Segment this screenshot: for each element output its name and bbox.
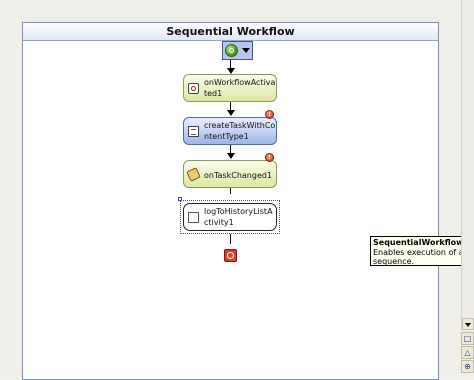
start-menu-button[interactable] [222, 41, 253, 60]
activity-label: logToHistoryListActivity1 [204, 207, 273, 227]
stop-icon [224, 249, 237, 262]
connector-arrow [227, 110, 235, 116]
activity-on-workflow-activated[interactable]: onWorkflowActivated1 [183, 74, 277, 102]
activity-log-to-history[interactable]: logToHistoryListActivity1 [183, 203, 277, 231]
connector-arrow [227, 153, 235, 159]
tooltip: SequentialWorkflowActiv Enables executio… [370, 236, 474, 266]
task-icon [188, 126, 199, 137]
workflow-title: Sequential Workflow [23, 23, 438, 41]
error-icon[interactable]: ! [265, 110, 274, 119]
activity-on-task-changed[interactable]: onTaskChanged1 [183, 160, 277, 188]
pan-icon[interactable]: △ [461, 346, 474, 359]
activity-create-task[interactable]: createTaskWithContentType1 [183, 117, 277, 145]
workflow-designer: Sequential Workflow onWorkflowActivated1… [0, 0, 474, 380]
activity-label: createTaskWithContentType1 [204, 121, 276, 141]
error-icon[interactable]: ! [265, 153, 274, 162]
vertical-scrollbar[interactable] [461, 0, 474, 330]
connector-line [230, 234, 231, 244]
fit-to-screen-icon[interactable]: ⊕ [461, 360, 474, 373]
activity-label: onTaskChanged1 [204, 171, 273, 180]
task-changed-icon [186, 167, 201, 182]
scroll-down-button[interactable] [462, 318, 474, 330]
connector-line [230, 188, 231, 194]
chevron-down-icon [242, 48, 250, 53]
tooltip-title: SequentialWorkflowActiv [373, 238, 474, 247]
tooltip-description: Enables execution of a group sequence. [373, 248, 474, 266]
activity-label: onWorkflowActivated1 [204, 78, 276, 98]
log-icon [188, 212, 199, 223]
zoom-icon[interactable]: □ [461, 332, 474, 345]
event-icon [188, 83, 199, 94]
play-circle-icon [225, 44, 238, 57]
selection-handle[interactable] [178, 197, 182, 201]
